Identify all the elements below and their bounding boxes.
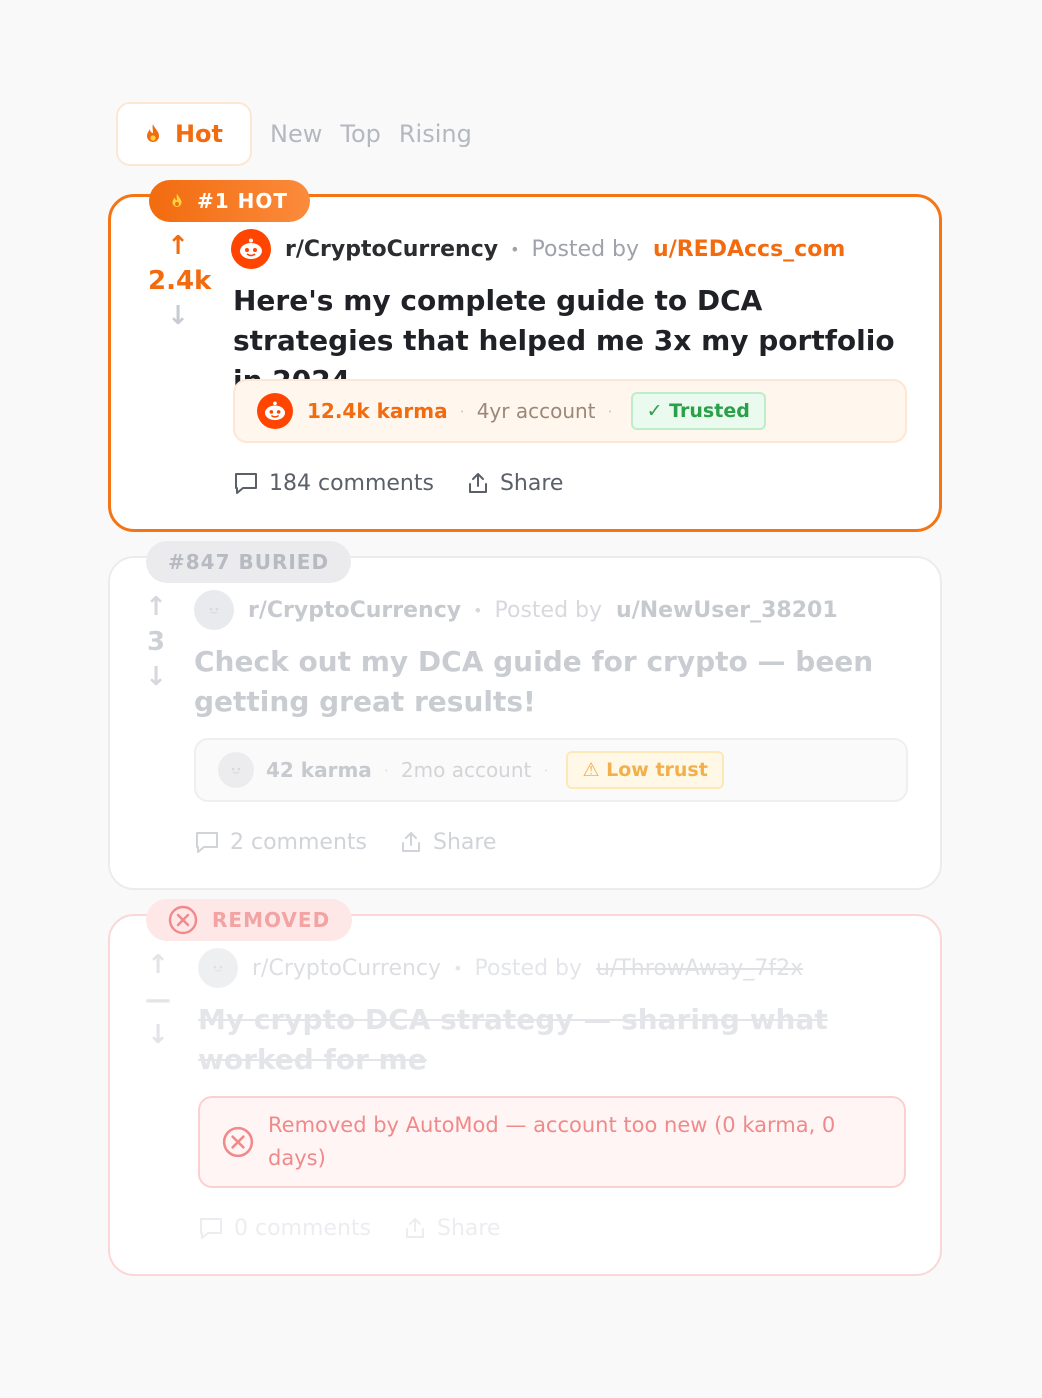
comments-button[interactable]: 2 comments xyxy=(194,830,367,855)
post-actions: 184 comments Share xyxy=(233,463,595,503)
separator-dot: · xyxy=(459,401,465,421)
removed-x-icon xyxy=(222,1126,254,1158)
share-label: Share xyxy=(436,1215,501,1241)
account-age: 4yr account xyxy=(476,399,596,423)
post-meta: r/CryptoCurrency • Posted by u/ThrowAway… xyxy=(198,948,803,988)
share-label: Share xyxy=(499,470,564,496)
share-icon xyxy=(405,1218,424,1238)
separator-dot: • xyxy=(473,600,483,620)
sort-tabs: Hot New Top Rising xyxy=(116,102,472,166)
upvote-arrow-icon[interactable]: ↑ xyxy=(126,592,186,622)
subreddit-link[interactable]: r/CryptoCurrency xyxy=(252,956,441,981)
share-label: Share xyxy=(432,829,497,855)
vote-column: ↑ — ↓ xyxy=(128,950,188,1050)
buried-rank-badge: #847 BURIED xyxy=(146,541,352,583)
reddit-avatar-icon xyxy=(257,393,293,429)
flame-icon xyxy=(172,193,182,207)
tab-top[interactable]: Top xyxy=(340,120,381,148)
separator-dot: · xyxy=(607,401,613,421)
author-trust-box: 12.4k karma · 4yr account · ✓ Trusted xyxy=(233,379,907,443)
tab-hot-label: Hot xyxy=(174,120,224,148)
post-title[interactable]: Check out my DCA guide for crypto — been… xyxy=(194,642,874,722)
default-avatar-icon xyxy=(218,752,254,788)
removal-notice: Removed by AutoMod — account too new (0 … xyxy=(198,1096,906,1188)
subreddit-link[interactable]: r/CryptoCurrency xyxy=(285,237,498,262)
username-link[interactable]: u/NewUser_38201 xyxy=(616,598,838,623)
posted-by-label: Posted by xyxy=(494,597,603,623)
comment-icon xyxy=(196,832,218,853)
post-card-removed[interactable]: REMOVED ↑ — ↓ r/CryptoCurrency • Posted … xyxy=(108,899,942,1276)
reddit-avatar-icon xyxy=(231,229,271,269)
karma-count: 42 karma xyxy=(266,758,372,782)
downvote-arrow-icon[interactable]: ↓ xyxy=(148,301,208,331)
separator-dot: · xyxy=(383,760,389,780)
upvote-arrow-icon[interactable]: ↑ xyxy=(148,231,208,261)
post-actions: 2 comments Share xyxy=(194,822,528,862)
default-avatar-icon xyxy=(194,590,234,630)
hot-rank-badge: #1 HOT xyxy=(149,180,311,222)
tab-new[interactable]: New xyxy=(270,120,322,148)
default-avatar-icon xyxy=(198,948,238,988)
subreddit-link[interactable]: r/CryptoCurrency xyxy=(248,598,461,623)
downvote-arrow-icon[interactable]: ↓ xyxy=(126,662,186,692)
tab-rising[interactable]: Rising xyxy=(399,120,472,148)
separator-dot: • xyxy=(510,239,520,259)
badge-label: #1 HOT xyxy=(197,189,289,213)
post-actions: 0 comments Share xyxy=(198,1208,532,1248)
post-title[interactable]: My crypto DCA strategy — sharing what wo… xyxy=(198,1000,878,1080)
posted-by-label: Posted by xyxy=(474,955,583,981)
share-button[interactable]: Share xyxy=(399,829,497,855)
upvote-arrow-icon[interactable]: ↑ xyxy=(128,950,188,980)
trust-badge: ⚠ Low trust xyxy=(566,751,724,789)
author-trust-box: 42 karma · 2mo account · ⚠ Low trust xyxy=(194,738,908,802)
downvote-arrow-icon[interactable]: ↓ xyxy=(128,1020,188,1050)
badge-label: REMOVED xyxy=(212,908,331,932)
share-button[interactable]: Share xyxy=(403,1215,501,1241)
post-card-buried[interactable]: #847 BURIED ↑ 3 ↓ r/CryptoCurrency • Pos… xyxy=(108,541,942,890)
separator-dot: · xyxy=(543,760,549,780)
comments-button[interactable]: 0 comments xyxy=(198,1216,371,1241)
posted-by-label: Posted by xyxy=(531,236,640,262)
post-meta: r/CryptoCurrency • Posted by u/REDAccs_c… xyxy=(231,229,845,269)
comments-label: 2 comments xyxy=(230,829,367,855)
share-icon xyxy=(468,473,487,493)
account-age: 2mo account xyxy=(400,758,532,782)
trust-badge: ✓ Trusted xyxy=(630,392,766,430)
vote-count: 3 xyxy=(146,627,166,657)
username-link[interactable]: u/ThrowAway_7f2x xyxy=(596,956,803,981)
removed-badge: REMOVED xyxy=(146,899,353,941)
share-icon xyxy=(401,832,420,852)
share-button[interactable]: Share xyxy=(466,470,564,496)
removed-x-icon xyxy=(168,905,198,935)
karma-count: 12.4k karma xyxy=(307,399,448,423)
removal-reason: Removed by AutoMod — account too new (0 … xyxy=(268,1113,836,1170)
username-link[interactable]: u/REDAccs_com xyxy=(653,237,845,262)
vote-count: — xyxy=(145,985,171,1015)
comment-icon xyxy=(200,1218,222,1239)
vote-count: 2.4k xyxy=(148,266,212,296)
comment-icon xyxy=(235,473,257,494)
post-card-hot[interactable]: #1 HOT ↑ 2.4k ↓ r/CryptoCurrency • Poste… xyxy=(108,180,942,532)
comments-label: 184 comments xyxy=(269,470,434,496)
tab-hot[interactable]: Hot xyxy=(116,102,252,166)
comments-button[interactable]: 184 comments xyxy=(233,471,434,496)
separator-dot: • xyxy=(453,958,463,978)
post-meta: r/CryptoCurrency • Posted by u/NewUser_3… xyxy=(194,590,838,630)
vote-column: ↑ 3 ↓ xyxy=(126,592,186,692)
flame-icon xyxy=(146,124,159,142)
badge-label: #847 BURIED xyxy=(168,550,330,574)
vote-column: ↑ 2.4k ↓ xyxy=(148,231,212,331)
comments-label: 0 comments xyxy=(234,1215,371,1241)
